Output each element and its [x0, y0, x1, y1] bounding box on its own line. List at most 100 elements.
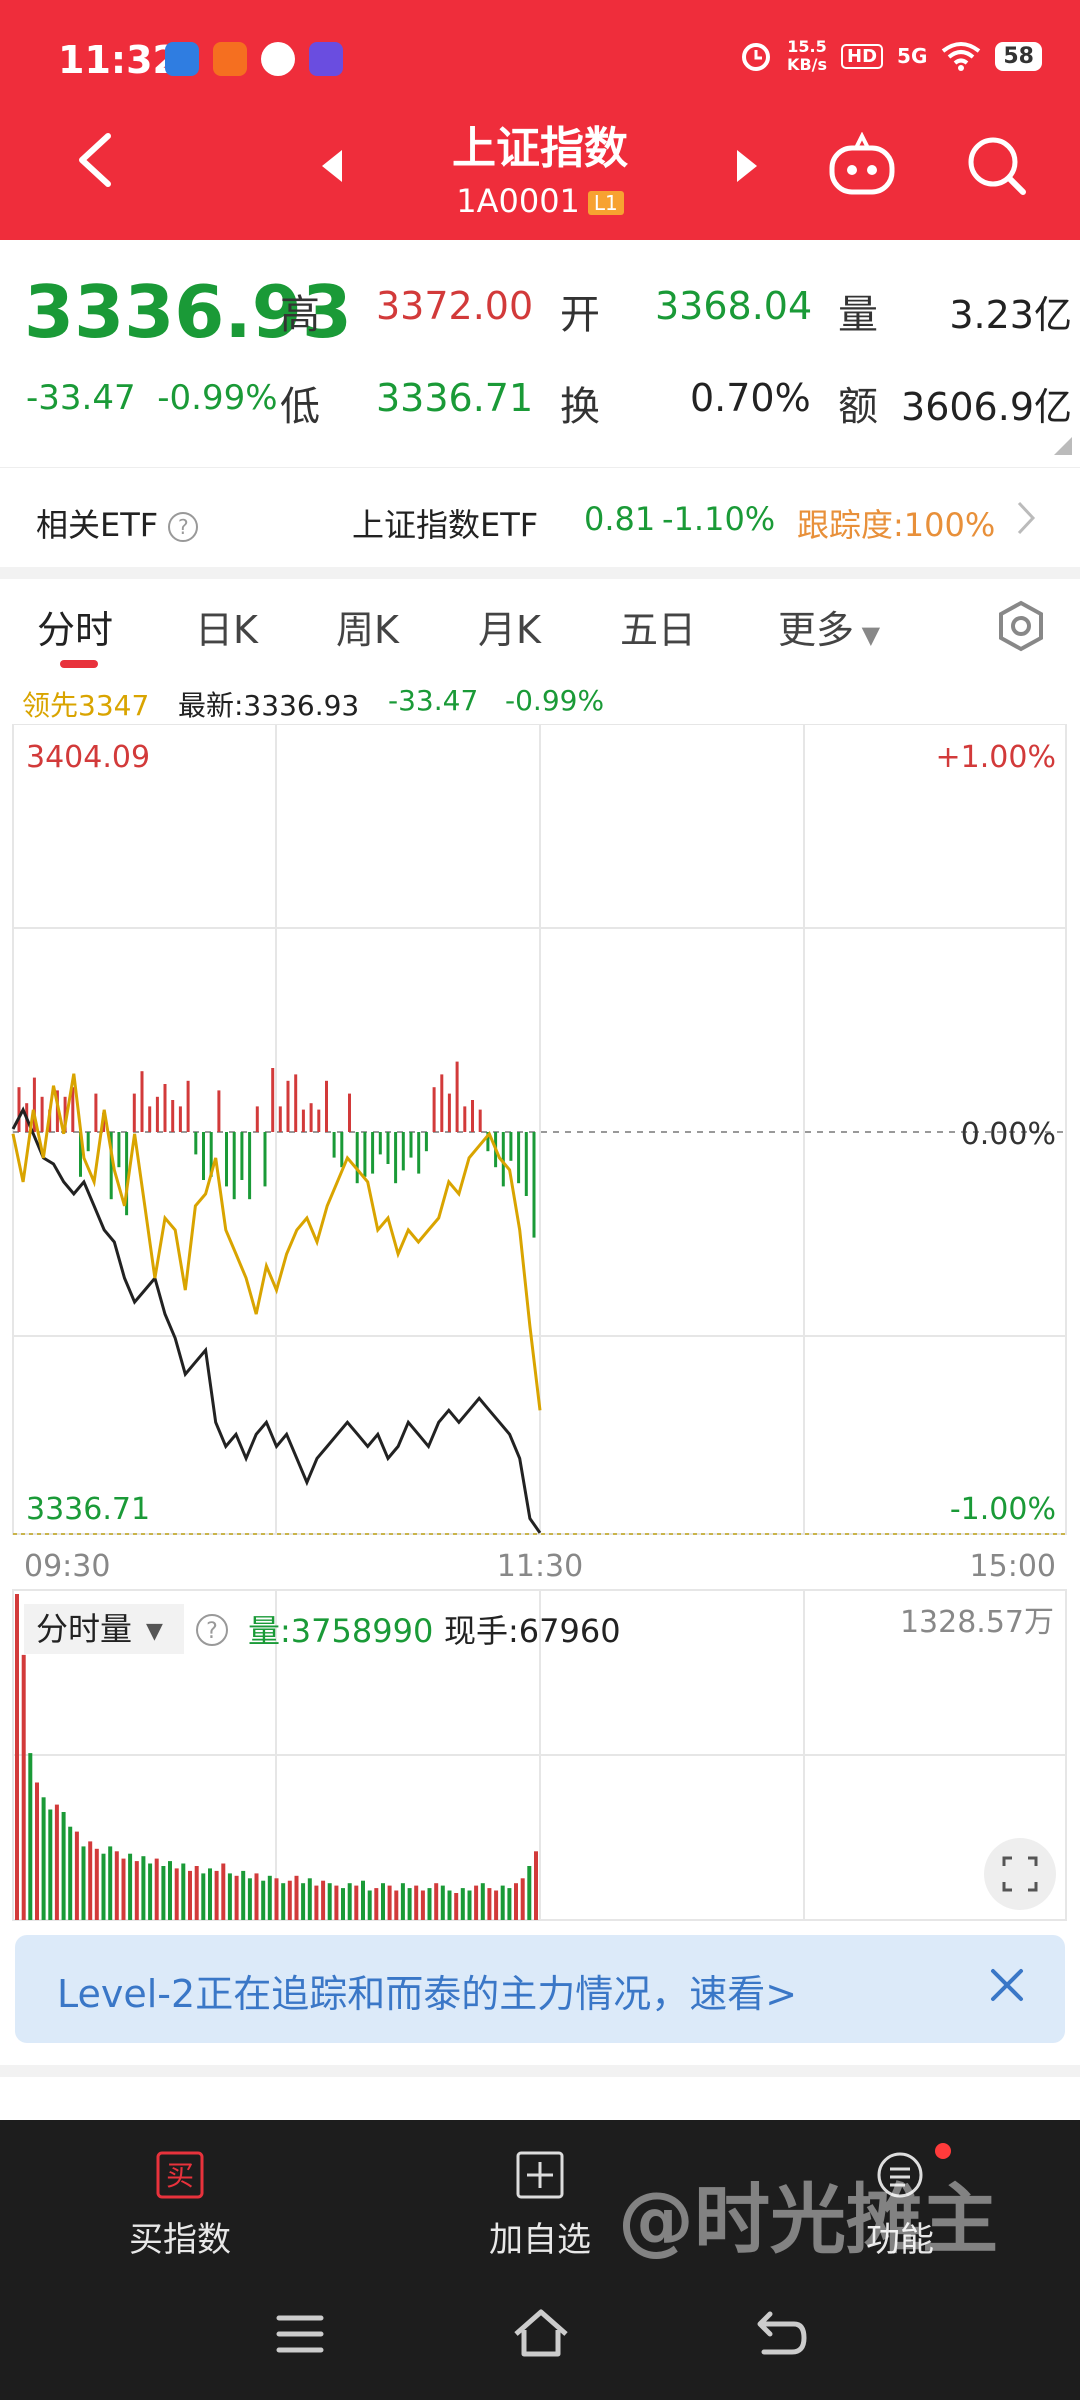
- volume-bar: [247, 1878, 252, 1920]
- close-icon[interactable]: [985, 1963, 1029, 2007]
- return-icon[interactable]: [754, 2308, 808, 2358]
- home-icon[interactable]: [512, 2308, 570, 2358]
- etf-label: 相关ETF ?: [36, 500, 199, 546]
- volume-bar: [121, 1858, 126, 1920]
- turnover-value: 0.70%: [690, 376, 811, 420]
- open-value: 3368.04: [655, 284, 813, 328]
- volume-bar: [287, 1880, 292, 1920]
- status-right: 15.5 KB/s HD 5G 58: [739, 38, 1042, 74]
- section-separator: [0, 2065, 1080, 2077]
- quote-panel: 3336.93 -33.47 -0.99% 高 3372.00 开 3368.0…: [0, 240, 1080, 465]
- volume-bar: [241, 1870, 246, 1920]
- pct-bottom-label: -1.00%: [950, 1492, 1056, 1527]
- tab-daily-k[interactable]: 日K: [195, 599, 258, 654]
- volume-bar: [327, 1883, 332, 1920]
- taobao-notification-icon: [213, 42, 247, 76]
- tab-monthly-k[interactable]: 月K: [478, 599, 541, 654]
- volume-bar: [227, 1873, 232, 1920]
- change-bar: [86, 1132, 90, 1152]
- volume-title[interactable]: 分时量: [36, 1610, 132, 1648]
- volume-bar: [141, 1856, 146, 1920]
- settings-icon[interactable]: [995, 600, 1047, 652]
- volume-bar: [274, 1878, 279, 1920]
- volume-bar: [374, 1888, 379, 1920]
- clock: 11:32: [58, 38, 179, 82]
- change-bar: [232, 1132, 236, 1200]
- low-label: 低: [280, 384, 320, 430]
- add-watchlist-button[interactable]: 加自选: [440, 2150, 640, 2261]
- tab-intraday[interactable]: 分时: [37, 599, 113, 654]
- price-grid: [12, 724, 1067, 1535]
- latest-change-pct: -0.99%: [505, 684, 605, 717]
- caret-down-icon: ▼: [854, 621, 881, 649]
- next-index-icon[interactable]: [735, 148, 759, 184]
- change-bar: [348, 1093, 351, 1132]
- etf-name: 上证指数ETF: [352, 506, 539, 544]
- tab-five-day[interactable]: 五日: [620, 599, 696, 654]
- change-bar: [532, 1132, 536, 1238]
- volume-bar: [161, 1866, 166, 1920]
- volume-bar: [168, 1861, 172, 1920]
- pct-mid-label: 0.00%: [961, 1117, 1056, 1152]
- help-icon[interactable]: ?: [168, 512, 199, 542]
- active-tab-indicator: [60, 660, 98, 668]
- expand-corner-icon[interactable]: [1054, 437, 1072, 455]
- high-label: 高: [280, 292, 320, 338]
- volume-bar: [307, 1878, 312, 1920]
- change-bar: [509, 1132, 513, 1161]
- tab-weekly-k[interactable]: 周K: [336, 599, 399, 654]
- buy-index-button[interactable]: 买 买指数: [80, 2150, 280, 2261]
- volume-bar: [134, 1861, 139, 1920]
- tab-more[interactable]: 更多 ▼: [778, 599, 880, 654]
- banner-text[interactable]: Level-2正在追踪和而泰的主力情况，速看>: [57, 1963, 797, 2018]
- change-bar: [186, 1080, 190, 1132]
- change-bar: [17, 1087, 21, 1132]
- volume-label: 量: [838, 292, 878, 338]
- menu-icon[interactable]: [275, 2312, 325, 2356]
- watermark: @时光摊主: [618, 2175, 998, 2264]
- volume-bar: [54, 1804, 59, 1920]
- search-icon[interactable]: [965, 134, 1029, 198]
- signal-5g: 5G: [897, 44, 928, 68]
- change-bar: [117, 1132, 121, 1168]
- change-bar: [194, 1132, 198, 1155]
- latest-price: 最新:3336.93: [178, 689, 360, 722]
- change-bar: [248, 1132, 252, 1200]
- related-etf-row[interactable]: 相关ETF ? 上证指数ETF 0.81 -1.10% 跟踪度:100%: [0, 467, 1080, 567]
- y-top-label: 3404.09: [26, 740, 150, 775]
- volume-caret-icon[interactable]: ▼: [146, 1619, 163, 1644]
- fullscreen-button[interactable]: [984, 1838, 1056, 1910]
- volume-bar: [381, 1883, 385, 1920]
- change-bar: [432, 1087, 436, 1132]
- change-bar: [317, 1109, 321, 1132]
- volume-help-text: ?: [206, 1619, 218, 1644]
- volume-bar: [460, 1888, 465, 1920]
- volume-bar: [68, 1826, 73, 1920]
- open-label: 开: [560, 292, 600, 338]
- change-bar: [263, 1132, 267, 1187]
- volume-bar: [48, 1809, 53, 1920]
- volume-bar: [354, 1885, 359, 1920]
- volume-bar: [154, 1858, 159, 1920]
- net-speed: 15.5 KB/s: [787, 37, 828, 74]
- notification-dot: [935, 2143, 951, 2159]
- latest-change: -33.47: [388, 684, 479, 717]
- volume-bar: [347, 1883, 352, 1920]
- change-bar: [155, 1096, 159, 1132]
- intraday-chart[interactable]: 3404.09 3336.71 +1.00% 0.00% -1.00% 09:3…: [0, 724, 1080, 1924]
- change-bar: [378, 1132, 382, 1155]
- change-bar: [286, 1080, 290, 1132]
- notification-icons: [165, 42, 343, 76]
- volume-bar: [214, 1870, 219, 1920]
- change-bar: [217, 1090, 221, 1132]
- volume-current: 现手:67960: [444, 1612, 621, 1650]
- robot-assistant-icon[interactable]: [826, 132, 898, 196]
- change-bar: [517, 1132, 521, 1184]
- level2-banner[interactable]: Level-2正在追踪和而泰的主力情况，速看>: [15, 1935, 1065, 2043]
- pct-top-label: +1.00%: [936, 740, 1056, 775]
- change-bar: [140, 1071, 144, 1132]
- volume-bar: [88, 1841, 93, 1920]
- chart-info-line: 领先3347 最新:3336.93 -33.47 -0.99%: [0, 680, 1080, 724]
- volume-bar: [361, 1880, 365, 1920]
- volume-bar: [527, 1866, 532, 1920]
